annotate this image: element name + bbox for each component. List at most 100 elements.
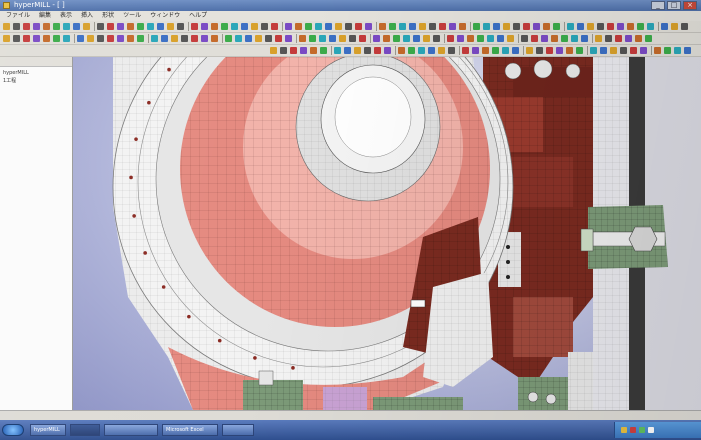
toolbar-button-icon[interactable] [344,47,351,54]
toolbar-button-icon[interactable] [290,47,297,54]
toolbar-button-icon[interactable] [325,23,332,30]
tree-item[interactable]: hyperMILL [3,69,69,77]
toolbar-button-icon[interactable] [409,23,416,30]
toolbar-button-icon[interactable] [581,35,588,42]
toolbar-button-icon[interactable] [177,23,184,30]
toolbar-button-icon[interactable] [543,23,550,30]
minimize-icon[interactable]: _ [651,1,665,10]
toolbar-button-icon[interactable] [393,35,400,42]
toolbar-button-icon[interactable] [457,35,464,42]
toolbar-button-icon[interactable] [513,23,520,30]
close-icon[interactable]: × [683,1,697,10]
toolbar-button-icon[interactable] [389,23,396,30]
toolbar-button-icon[interactable] [423,35,430,42]
toolbar-button-icon[interactable] [576,47,583,54]
speaker-icon[interactable] [648,427,654,433]
toolbar-button-icon[interactable] [419,23,426,30]
menu-help[interactable]: ヘルプ [189,11,207,21]
toolbar-button-icon[interactable] [271,23,278,30]
toolbar-button-icon[interactable] [654,47,661,54]
toolbar-button-icon[interactable] [600,47,607,54]
toolbar-button-icon[interactable] [241,23,248,30]
toolbar-button-icon[interactable] [334,47,341,54]
toolbar-button-icon[interactable] [255,35,262,42]
toolbar-button-icon[interactable] [107,23,114,30]
toolbar-button-icon[interactable] [433,35,440,42]
toolbar-button-icon[interactable] [33,23,40,30]
3d-viewport[interactable] [73,57,701,410]
toolbar-button-icon[interactable] [627,23,634,30]
toolbar-button-icon[interactable] [147,23,154,30]
toolbar-button-icon[interactable] [151,35,158,42]
toolbar-button-icon[interactable] [3,23,10,30]
toolbar-button-icon[interactable] [43,35,50,42]
toolbar-button-icon[interactable] [526,47,533,54]
toolbar-button-icon[interactable] [647,23,654,30]
toolbar-button-icon[interactable] [403,35,410,42]
toolbar-button-icon[interactable] [439,23,446,30]
toolbar-button-icon[interactable] [364,47,371,54]
toolbar-button-icon[interactable] [309,35,316,42]
toolbar-button-icon[interactable] [467,35,474,42]
toolbar-button-icon[interactable] [473,23,480,30]
toolbar-button-icon[interactable] [620,47,627,54]
toolbar-button-icon[interactable] [477,35,484,42]
toolbar-button-icon[interactable] [413,35,420,42]
start-button[interactable] [2,424,24,436]
toolbar-button-icon[interactable] [595,35,602,42]
toolbar-button-icon[interactable] [536,47,543,54]
taskbar-item[interactable] [70,424,100,436]
toolbar-button-icon[interactable] [645,35,652,42]
toolbar-button-icon[interactable] [503,23,510,30]
toolbar-button-icon[interactable] [571,35,578,42]
toolbar-button-icon[interactable] [449,23,456,30]
toolbar-button-icon[interactable] [438,47,445,54]
toolbar-button-icon[interactable] [587,23,594,30]
toolbar-button-icon[interactable] [275,35,282,42]
menu-edit[interactable]: 編集 [39,11,51,21]
toolbar-button-icon[interactable] [354,47,361,54]
toolbar-button-icon[interactable] [379,23,386,30]
toolbar-button-icon[interactable] [23,23,30,30]
toolbar-button-icon[interactable] [531,35,538,42]
toolbar-button-icon[interactable] [23,35,30,42]
toolbar-button-icon[interactable] [577,23,584,30]
toolbar-button-icon[interactable] [315,23,322,30]
toolbar-button-icon[interactable] [507,35,514,42]
toolbar-button-icon[interactable] [191,23,198,30]
toolbar-button-icon[interactable] [137,23,144,30]
taskbar-item[interactable] [104,424,158,436]
toolbar-button-icon[interactable] [3,35,10,42]
toolbar-button-icon[interactable] [191,35,198,42]
toolbar-button-icon[interactable] [285,35,292,42]
menu-insert[interactable]: 挿入 [81,11,93,21]
toolbar-button-icon[interactable] [310,47,317,54]
toolbar-button-icon[interactable] [157,23,164,30]
toolbar-button-icon[interactable] [33,35,40,42]
toolbar-button-icon[interactable] [597,23,604,30]
toolbar-button-icon[interactable] [201,23,208,30]
toolbar-button-icon[interactable] [345,23,352,30]
toolbar-button-icon[interactable] [383,35,390,42]
taskbar-item[interactable]: Microsoft Excel [162,424,218,436]
tray-icon[interactable] [630,427,636,433]
toolbar-button-icon[interactable] [299,35,306,42]
toolbar-button-icon[interactable] [566,47,573,54]
toolbar-button-icon[interactable] [556,47,563,54]
toolbar-button-icon[interactable] [53,35,60,42]
toolbar-button-icon[interactable] [462,47,469,54]
toolbar-button-icon[interactable] [127,23,134,30]
toolbar-button-icon[interactable] [523,23,530,30]
toolbar-button-icon[interactable] [398,47,405,54]
toolbar-button-icon[interactable] [428,47,435,54]
toolbar-button-icon[interactable] [492,47,499,54]
toolbar-button-icon[interactable] [270,47,277,54]
toolbar-button-icon[interactable] [483,23,490,30]
toolbar-button-icon[interactable] [77,35,84,42]
toolbar-button-icon[interactable] [684,47,691,54]
toolbar-button-icon[interactable] [319,35,326,42]
taskbar-item[interactable]: hyperMILL [30,424,66,436]
tray-icon[interactable] [621,427,627,433]
toolbar-button-icon[interactable] [384,47,391,54]
toolbar-button-icon[interactable] [63,35,70,42]
